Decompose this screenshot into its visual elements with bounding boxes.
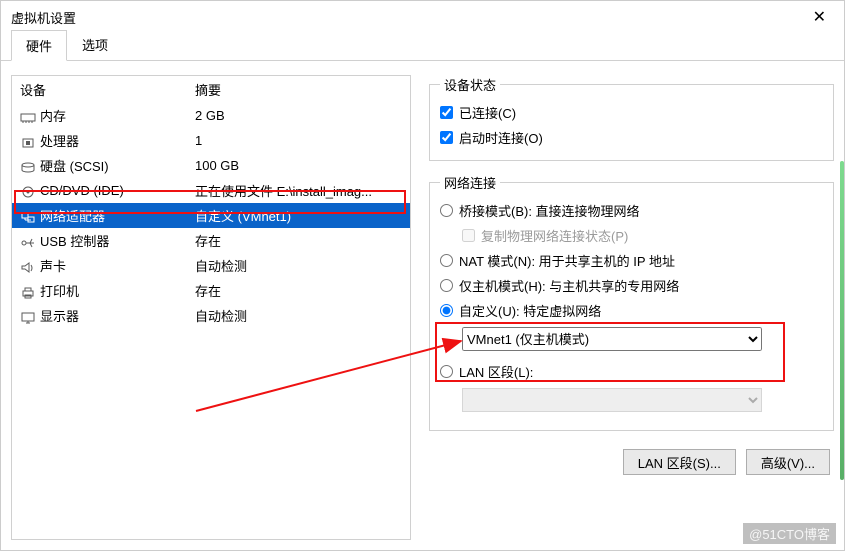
button-row: LAN 区段(S)... 高级(V)... <box>429 443 834 475</box>
hardware-list-panel: 设备 摘要 内存2 GB处理器1硬盘 (SCSI)100 GBCD/DVD (I… <box>11 75 411 540</box>
radio-lan[interactable]: LAN 区段(L): <box>440 359 823 384</box>
network-legend: 网络连接 <box>440 173 500 192</box>
table-row[interactable]: USB 控制器 存在 <box>12 228 410 253</box>
tab-bar: 硬件 选项 <box>1 33 844 61</box>
device-summary: 自动检测 <box>187 253 410 278</box>
device-name: 处理器 <box>40 134 79 149</box>
table-row[interactable]: 声卡 自动检测 <box>12 253 410 278</box>
sound-icon <box>20 261 36 274</box>
device-name: 声卡 <box>40 259 66 274</box>
disk-icon <box>20 161 36 174</box>
radio-bridge-label: 桥接模式(B): 直接连接物理网络 <box>459 201 640 220</box>
vm-settings-window: 虚拟机设置 ✕ 硬件 选项 设备 摘要 内存 2 GB 处理器 1 硬盘 (SCSI) 1… <box>0 0 845 551</box>
device-name: 内存 <box>40 109 66 124</box>
device-summary: 自定义 (VMnet1) <box>187 203 410 228</box>
device-summary: 2 GB <box>187 103 410 128</box>
device-summary: 正在使用文件 E:\install_imag... <box>187 178 410 203</box>
device-summary: 存在 <box>187 228 410 253</box>
table-row[interactable]: CD/DVD (IDE) 正在使用文件 E:\install_imag... <box>12 178 410 203</box>
radio-hostonly[interactable]: 仅主机模式(H): 与主机共享的专用网络 <box>440 273 823 298</box>
table-row[interactable]: 内存 2 GB <box>12 103 410 128</box>
tab-options[interactable]: 选项 <box>67 29 123 60</box>
lan-segments-button[interactable]: LAN 区段(S)... <box>623 449 736 475</box>
device-summary: 自动检测 <box>187 303 410 328</box>
checkbox-power-on[interactable]: 启动时连接(O) <box>440 125 823 150</box>
device-name: 硬盘 (SCSI) <box>40 159 109 174</box>
table-row[interactable]: 打印机 存在 <box>12 278 410 303</box>
radio-hostonly-label: 仅主机模式(H): 与主机共享的专用网络 <box>459 276 679 295</box>
memory-icon <box>20 111 36 124</box>
watermark: @51CTO博客 <box>743 523 836 544</box>
scroll-indicator <box>840 161 844 480</box>
dialog-body: 设备 摘要 内存2 GB处理器1硬盘 (SCSI)100 GBCD/DVD (I… <box>1 61 844 550</box>
radio-bridge-input[interactable] <box>440 204 453 217</box>
nic-icon <box>20 211 36 224</box>
col-device: 设备 <box>12 76 187 103</box>
radio-bridge[interactable]: 桥接模式(B): 直接连接物理网络 <box>440 198 823 223</box>
checkbox-replicate: 复制物理网络连接状态(P) <box>462 223 823 248</box>
checkbox-power-on-label: 启动时连接(O) <box>459 128 543 147</box>
settings-panel: 设备状态 已连接(C) 启动时连接(O) 网络连接 桥接模式(B): 直接连接物… <box>429 75 834 540</box>
window-title: 虚拟机设置 <box>11 8 76 27</box>
radio-custom-input[interactable] <box>440 304 453 317</box>
lan-segment-select <box>462 388 762 412</box>
radio-custom-label: 自定义(U): 特定虚拟网络 <box>459 301 601 320</box>
checkbox-connected-input[interactable] <box>440 106 453 119</box>
radio-nat-input[interactable] <box>440 254 453 267</box>
checkbox-replicate-label: 复制物理网络连接状态(P) <box>481 226 628 245</box>
device-summary: 100 GB <box>187 153 410 178</box>
close-icon[interactable]: ✕ <box>805 7 834 27</box>
radio-custom[interactable]: 自定义(U): 特定虚拟网络 <box>440 298 823 323</box>
checkbox-power-on-input[interactable] <box>440 131 453 144</box>
cpu-icon <box>20 136 36 149</box>
cd-icon <box>20 185 36 198</box>
device-name: USB 控制器 <box>40 234 109 249</box>
advanced-button[interactable]: 高级(V)... <box>746 449 830 475</box>
table-row[interactable]: 处理器 1 <box>12 128 410 153</box>
printer-icon <box>20 286 36 299</box>
checkbox-connected-label: 已连接(C) <box>459 103 516 122</box>
checkbox-connected[interactable]: 已连接(C) <box>440 100 823 125</box>
custom-vmnet-select[interactable]: VMnet1 (仅主机模式) <box>462 327 762 351</box>
hardware-table: 设备 摘要 内存2 GB处理器1硬盘 (SCSI)100 GBCD/DVD (I… <box>12 76 410 328</box>
device-summary: 存在 <box>187 278 410 303</box>
device-status-group: 设备状态 已连接(C) 启动时连接(O) <box>429 75 834 161</box>
radio-lan-label: LAN 区段(L): <box>459 362 533 381</box>
network-connection-group: 网络连接 桥接模式(B): 直接连接物理网络 复制物理网络连接状态(P) NAT… <box>429 173 834 431</box>
radio-nat-label: NAT 模式(N): 用于共享主机的 IP 地址 <box>459 251 675 270</box>
tab-hardware[interactable]: 硬件 <box>11 30 67 61</box>
device-name: 网络适配器 <box>40 209 105 224</box>
col-summary: 摘要 <box>187 76 410 103</box>
checkbox-replicate-input <box>462 229 475 242</box>
device-summary: 1 <box>187 128 410 153</box>
device-name: 显示器 <box>40 309 79 324</box>
table-row[interactable]: 显示器 自动检测 <box>12 303 410 328</box>
radio-lan-input[interactable] <box>440 365 453 378</box>
device-status-legend: 设备状态 <box>440 75 500 94</box>
usb-icon <box>20 236 36 249</box>
radio-hostonly-input[interactable] <box>440 279 453 292</box>
radio-nat[interactable]: NAT 模式(N): 用于共享主机的 IP 地址 <box>440 248 823 273</box>
table-row[interactable]: 硬盘 (SCSI) 100 GB <box>12 153 410 178</box>
device-name: 打印机 <box>40 284 79 299</box>
titlebar: 虚拟机设置 ✕ <box>1 1 844 33</box>
display-icon <box>20 311 36 324</box>
table-row[interactable]: 网络适配器 自定义 (VMnet1) <box>12 203 410 228</box>
device-name: CD/DVD (IDE) <box>40 183 124 198</box>
